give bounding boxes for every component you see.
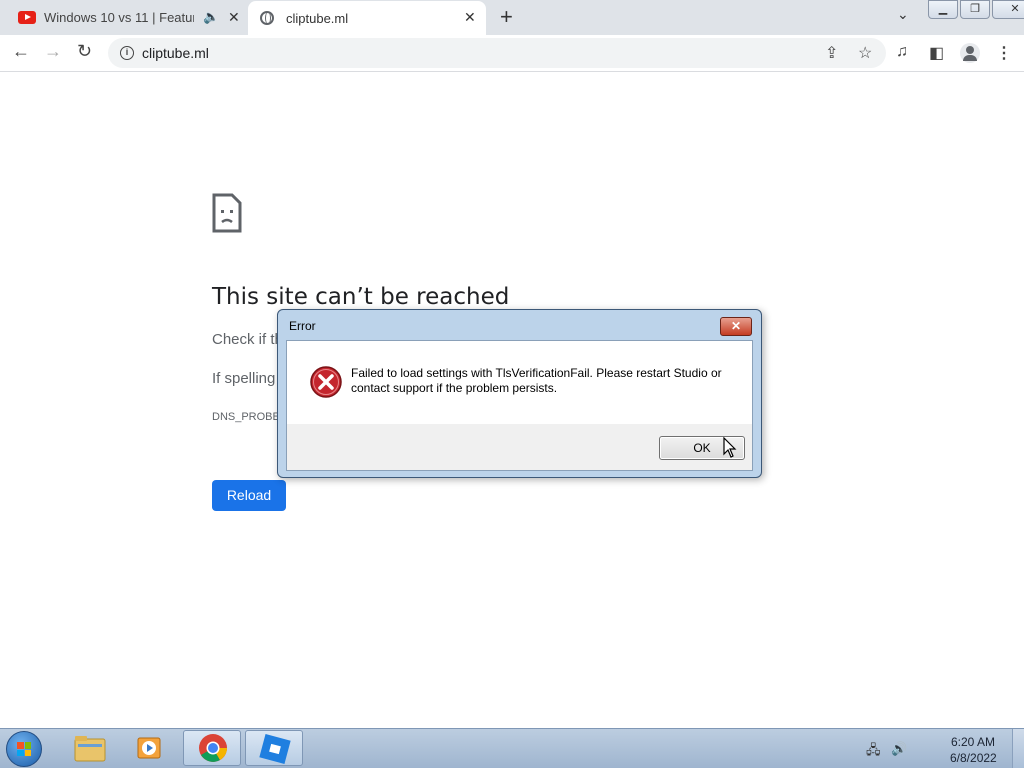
browser-toolbar: ← → ↻ i cliptube.ml ⇪ ☆ ♫ ◧ ⋮ [0, 35, 1024, 72]
tab-close-icon[interactable]: ✕ [228, 9, 240, 26]
dialog-body: Failed to load settings with TlsVerifica… [287, 341, 752, 424]
tab-cliptube[interactable]: cliptube.ml ✕ [248, 1, 486, 35]
back-arrow-icon[interactable]: ← [12, 41, 30, 62]
error-dialog: Error ✕ Failed to load settings with Tls… [277, 309, 762, 478]
side-panel-icon[interactable]: ◧ [929, 43, 944, 63]
dialog-close-button[interactable]: ✕ [720, 317, 752, 336]
tab-title: Windows 10 vs 11 | Features [44, 10, 194, 25]
volume-icon[interactable]: 🔊 [891, 741, 907, 757]
windows-logo-icon [17, 742, 31, 756]
error-title: This site can’t be reached [212, 284, 510, 310]
share-icon[interactable]: ⇪ [825, 43, 838, 63]
taskbar-file-explorer[interactable] [61, 730, 119, 766]
profile-avatar-icon[interactable] [960, 43, 980, 63]
forward-arrow-icon[interactable]: → [44, 41, 62, 62]
error-icon [310, 366, 342, 398]
restore-button[interactable]: ❐ [960, 0, 990, 19]
close-window-button[interactable]: ✕ [992, 0, 1024, 19]
mouse-cursor-icon [723, 437, 737, 458]
network-icon[interactable]: 🖧 [866, 741, 881, 763]
taskbar: 🖧 🔊 6:20 AM 6/8/2022 [0, 728, 1024, 768]
speaker-icon[interactable]: 🔈 [203, 9, 219, 25]
reload-icon[interactable]: ↻ [77, 41, 92, 62]
taskbar-chrome[interactable] [183, 730, 241, 766]
window-controls: ▁ ❐ ✕ [928, 0, 1024, 19]
info-icon[interactable]: i [120, 46, 134, 60]
new-tab-button[interactable]: + [500, 6, 513, 28]
minimize-button[interactable]: ▁ [928, 0, 958, 19]
tab-strip: Windows 10 vs 11 | Features 🔈 ✕ cliptube… [0, 0, 1024, 35]
clock-time: 6:20 AM [950, 735, 996, 749]
chrome-icon [199, 734, 227, 762]
media-player-icon [137, 737, 161, 759]
sad-page-icon [212, 193, 242, 233]
taskbar-media-player[interactable] [122, 730, 180, 766]
dialog-message: Failed to load settings with TlsVerifica… [351, 366, 722, 395]
youtube-icon [18, 11, 36, 24]
show-desktop-button[interactable] [1012, 729, 1024, 768]
chevron-down-icon[interactable]: ⌄ [897, 6, 909, 23]
taskbar-roblox-studio[interactable] [245, 730, 303, 766]
bookmark-star-icon[interactable]: ☆ [858, 43, 872, 63]
error-hint-1: Check if th [212, 331, 283, 348]
error-code: DNS_PROBE [212, 411, 280, 423]
error-hint-2: If spelling [212, 370, 276, 387]
tab-close-icon[interactable]: ✕ [464, 9, 476, 26]
start-button[interactable] [6, 731, 42, 767]
clock[interactable]: 6:20 AM 6/8/2022 [950, 734, 997, 766]
dialog-title: Error [289, 319, 316, 333]
media-control-icon[interactable]: ♫ [896, 43, 908, 61]
address-bar[interactable]: i cliptube.ml ⇪ ☆ [108, 38, 886, 68]
menu-kebab-icon[interactable]: ⋮ [996, 43, 1012, 63]
roblox-studio-icon [259, 734, 291, 764]
reload-button[interactable]: Reload [212, 480, 286, 511]
clock-date: 6/8/2022 [950, 751, 997, 765]
folder-icon [74, 736, 106, 762]
dialog-client: Failed to load settings with TlsVerifica… [286, 340, 753, 471]
url-text[interactable]: cliptube.ml [142, 45, 209, 61]
globe-icon [260, 11, 274, 25]
tab-youtube[interactable]: Windows 10 vs 11 | Features 🔈 ✕ [0, 0, 248, 35]
tab-title: cliptube.ml [286, 10, 349, 26]
